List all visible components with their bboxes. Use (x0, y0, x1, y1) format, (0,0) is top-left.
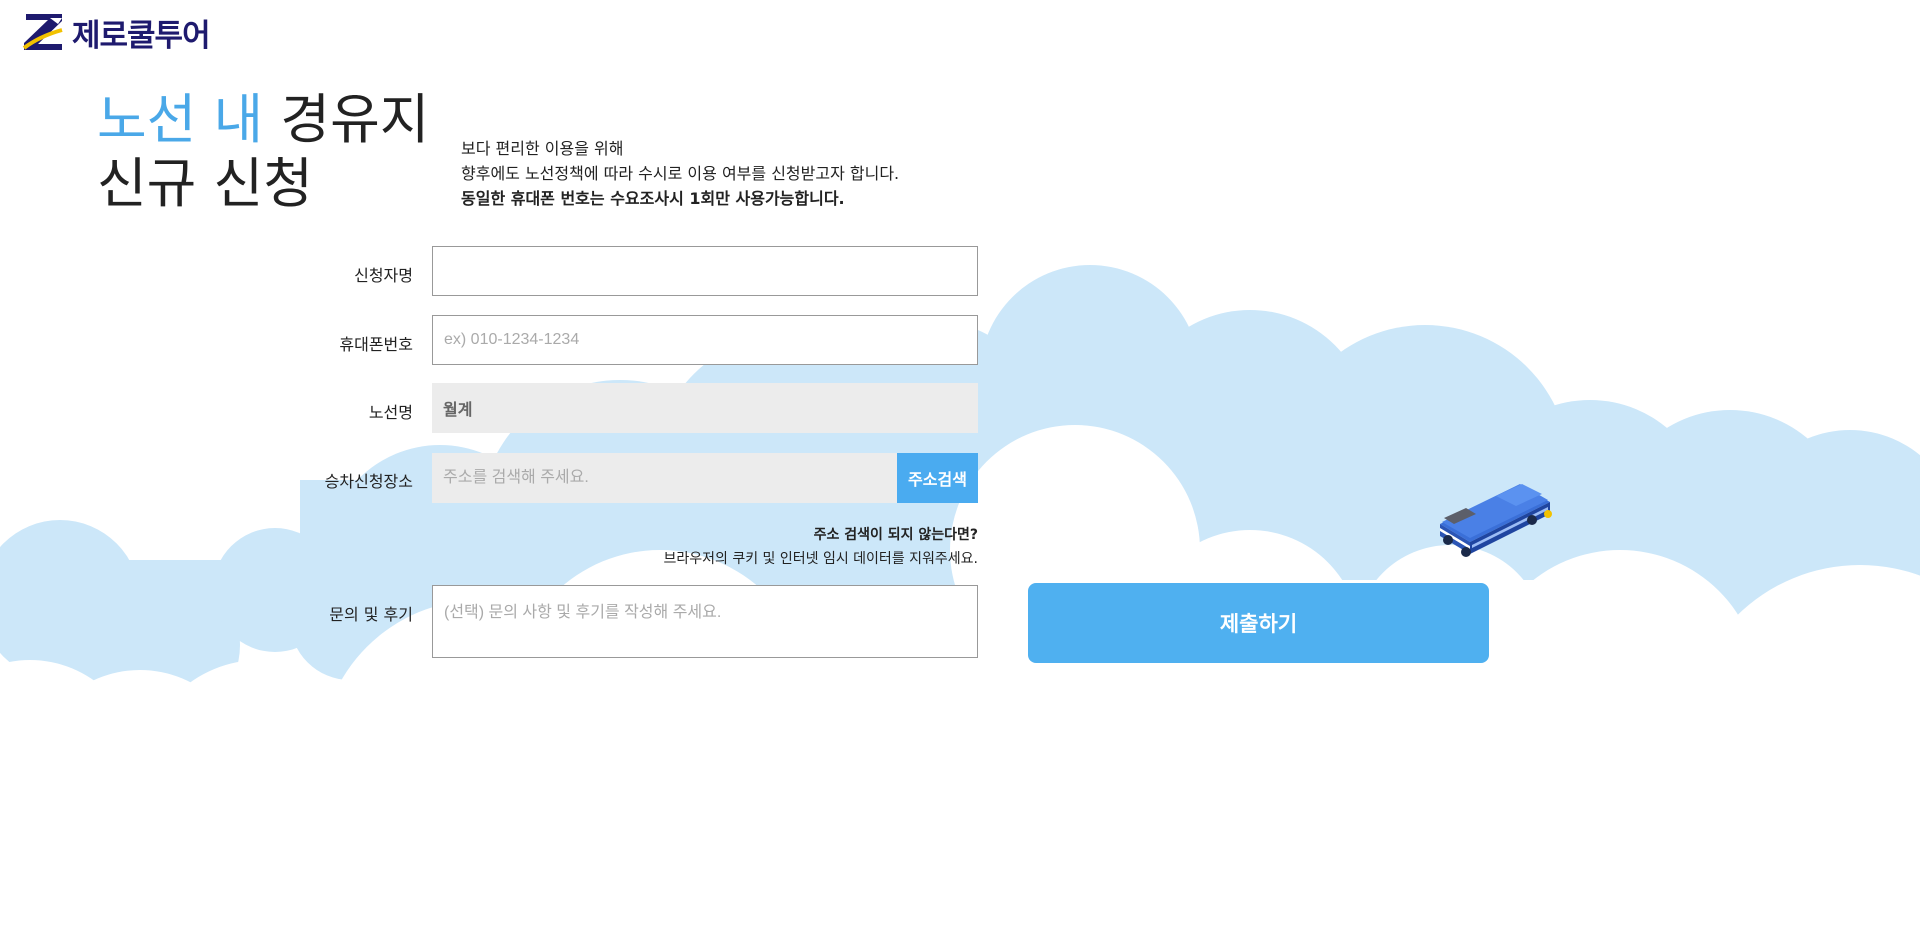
pickup-label: 승차신청장소 (324, 472, 413, 491)
name-label: 신청자명 (354, 266, 413, 285)
title-highlight: 노선 내 (97, 88, 264, 151)
route-field: 월계 (432, 383, 978, 433)
route-value: 월계 (443, 400, 473, 419)
intro-line-1: 보다 편리한 이용을 위해 (461, 139, 624, 158)
route-label: 노선명 (368, 403, 413, 422)
name-input[interactable] (432, 246, 978, 296)
address-search-button[interactable]: 주소검색 (897, 453, 978, 503)
page-title: 노선 내 경유지 신규 신청 (97, 88, 429, 216)
phone-label: 휴대폰번호 (339, 335, 413, 354)
address-help-title: 주소 검색이 되지 않는다면? (813, 527, 978, 543)
title-line1-rest: 경유지 (280, 88, 430, 151)
address-help-desc: 브라우저의 쿠키 및 인터넷 임시 데이터를 지워주세요. (663, 551, 978, 567)
logo-text: 제로쿨투어 (72, 17, 211, 54)
zerocool-z-logo-icon (22, 14, 63, 50)
inquiry-textarea[interactable] (432, 585, 978, 658)
title-line2: 신규 신청 (97, 152, 313, 215)
address-help: 주소 검색이 되지 않는다면? 브라우저의 쿠키 및 인터넷 임시 데이터를 지… (663, 523, 978, 571)
intro-text: 보다 편리한 이용을 위해 향후에도 노선정책에 따라 수시로 이용 여부를 신… (461, 136, 899, 211)
inquiry-label: 문의 및 후기 (329, 605, 413, 624)
brand-logo[interactable]: 제로쿨투어 (22, 10, 211, 54)
intro-line-2: 향후에도 노선정책에 따라 수시로 이용 여부를 신청받고자 합니다. (461, 164, 900, 183)
phone-input[interactable] (432, 315, 978, 365)
submit-button[interactable]: 제출하기 (1028, 583, 1489, 663)
pickup-address-input[interactable] (432, 453, 897, 503)
bus-illustration-icon (1440, 484, 1552, 557)
intro-notice: 동일한 휴대폰 번호는 수요조사시 1회만 사용가능합니다. (461, 189, 845, 208)
